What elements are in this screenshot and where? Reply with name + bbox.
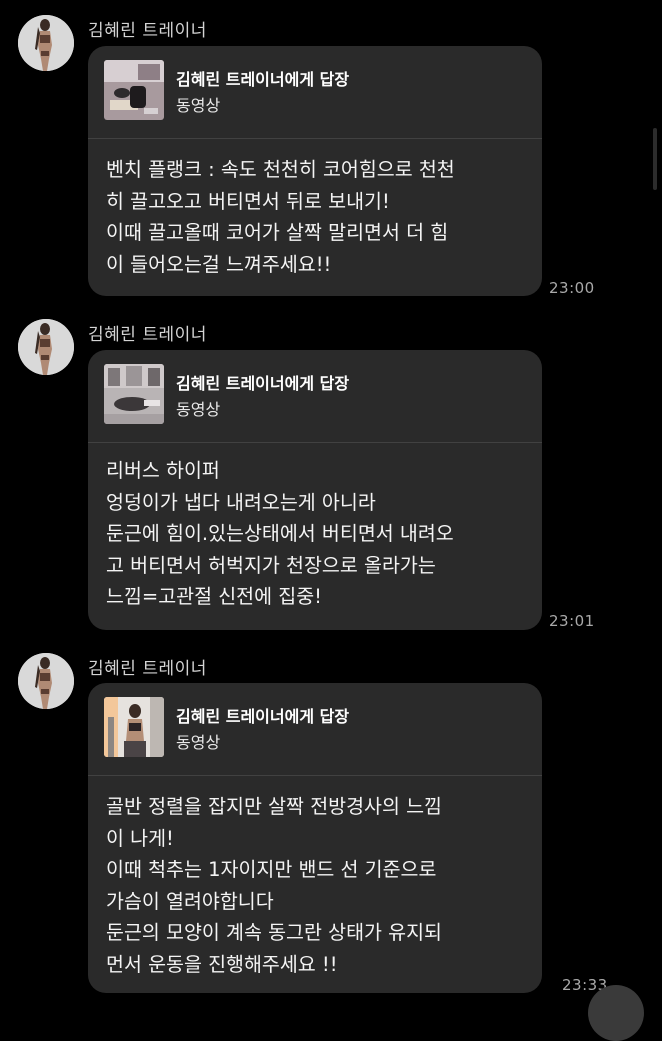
- reply-preview[interactable]: 김혜린 트레이너에게 답장 동영상: [104, 364, 526, 428]
- message-text: 골반 정렬을 잡지만 살짝 전방경사의 느낌 이 나게! 이때 척추는 1자이지…: [106, 795, 442, 976]
- sender-name: 김혜린 트레이너: [88, 659, 207, 679]
- gym-video-icon: [104, 697, 164, 757]
- divider: [88, 138, 542, 139]
- divider: [88, 442, 542, 443]
- message-bubble[interactable]: 김혜린 트레이너에게 답장 동영상 리버스 하이퍼 엉덩이가 냅다 내려오는게 …: [88, 350, 542, 630]
- message-text: 벤치 플랭크 : 속도 천천히 코어힘으로 천천 히 끌고오고 버티면서 뒤로 …: [106, 158, 455, 276]
- reply-title: 김혜린 트레이너에게 답장: [176, 374, 350, 393]
- reply-title: 김혜린 트레이너에게 답장: [176, 707, 350, 726]
- video-thumbnail[interactable]: [104, 364, 164, 424]
- avatar[interactable]: [18, 319, 74, 375]
- sender-name: 김혜린 트레이너: [88, 21, 207, 41]
- video-thumbnail[interactable]: [104, 697, 164, 757]
- scroll-indicator[interactable]: [653, 128, 657, 190]
- video-thumbnail[interactable]: [104, 60, 164, 120]
- sender-name: 김혜린 트레이너: [88, 325, 207, 345]
- message-bubble[interactable]: 김혜린 트레이너에게 답장 동영상 벤치 플랭크 : 속도 천천히 코어힘으로 …: [88, 46, 542, 296]
- avatar-photo-icon: [18, 319, 74, 375]
- avatar[interactable]: [18, 15, 74, 71]
- reply-subtitle: 동영상: [176, 96, 221, 115]
- message-bubble[interactable]: 김혜린 트레이너에게 답장 동영상 골반 정렬을 잡지만 살짝 전방경사의 느낌…: [88, 683, 542, 993]
- scroll-to-bottom-button[interactable]: [588, 985, 644, 1041]
- avatar-photo-icon: [18, 653, 74, 709]
- reply-preview[interactable]: 김혜린 트레이너에게 답장 동영상: [104, 60, 526, 124]
- divider: [88, 775, 542, 776]
- timestamp: 23:01: [549, 612, 595, 630]
- avatar-photo-icon: [18, 15, 74, 71]
- message-text: 리버스 하이퍼 엉덩이가 냅다 내려오는게 아니라 둔근에 힘이.있는상태에서 …: [106, 459, 454, 608]
- gym-video-icon: [104, 364, 164, 424]
- reply-preview[interactable]: 김혜린 트레이너에게 답장 동영상: [104, 697, 526, 761]
- gym-video-icon: [104, 60, 164, 120]
- reply-title: 김혜린 트레이너에게 답장: [176, 70, 350, 89]
- timestamp: 23:00: [549, 279, 595, 297]
- reply-subtitle: 동영상: [176, 400, 221, 419]
- reply-subtitle: 동영상: [176, 733, 221, 752]
- avatar[interactable]: [18, 653, 74, 709]
